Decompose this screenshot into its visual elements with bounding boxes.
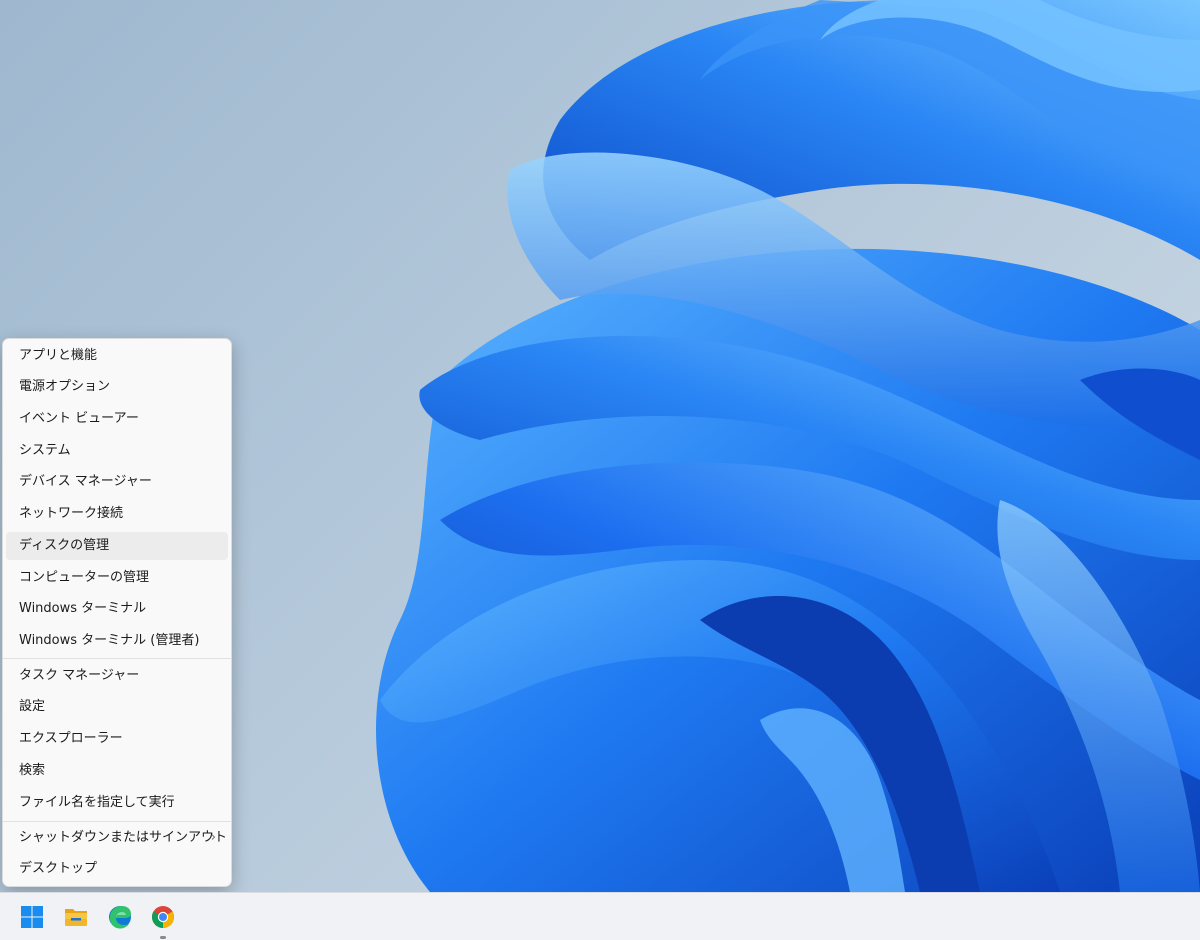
taskbar (0, 892, 1200, 940)
menu-item-device-manager[interactable]: デバイス マネージャー (6, 468, 228, 496)
menu-item-network-connections[interactable]: ネットワーク接続 (6, 500, 228, 528)
menu-item-windows-terminal-admin[interactable]: Windows ターミナル (管理者) (6, 627, 228, 655)
taskbar-file-explorer[interactable] (58, 899, 94, 935)
menu-separator (3, 658, 231, 659)
edge-browser-icon (109, 906, 131, 929)
menu-item-explorer[interactable]: エクスプローラー (6, 725, 228, 753)
menu-item-shutdown-signout[interactable]: シャットダウンまたはサインアウト › (6, 824, 228, 852)
menu-item-windows-terminal[interactable]: Windows ターミナル (6, 595, 228, 623)
winx-context-menu: アプリと機能 電源オプション イベント ビューアー システム デバイス マネージ… (2, 338, 232, 887)
menu-item-apps-features[interactable]: アプリと機能 (6, 342, 228, 370)
menu-item-task-manager[interactable]: タスク マネージャー (6, 662, 228, 690)
taskbar-chrome[interactable] (145, 899, 181, 935)
menu-item-system[interactable]: システム (6, 437, 228, 465)
menu-item-event-viewer[interactable]: イベント ビューアー (6, 405, 228, 433)
menu-item-disk-management[interactable]: ディスクの管理 (6, 532, 228, 560)
chevron-right-icon: › (210, 830, 216, 845)
menu-item-computer-management[interactable]: コンピューターの管理 (6, 564, 228, 592)
taskbar-edge[interactable] (102, 899, 138, 935)
menu-separator (3, 821, 231, 822)
menu-item-run[interactable]: ファイル名を指定して実行 (6, 789, 228, 817)
menu-item-desktop[interactable]: デスクトップ (6, 855, 228, 883)
running-app-indicator (160, 936, 166, 939)
menu-item-search[interactable]: 検索 (6, 757, 228, 785)
start-button[interactable] (14, 899, 50, 935)
menu-item-label: シャットダウンまたはサインアウト (19, 830, 228, 845)
desktop[interactable]: アプリと機能 電源オプション イベント ビューアー システム デバイス マネージ… (0, 0, 1200, 892)
chrome-browser-icon (152, 906, 174, 928)
windows-start-icon (21, 906, 43, 928)
menu-item-settings[interactable]: 設定 (6, 693, 228, 721)
menu-item-power-options[interactable]: 電源オプション (6, 373, 228, 401)
file-explorer-icon (65, 909, 87, 926)
